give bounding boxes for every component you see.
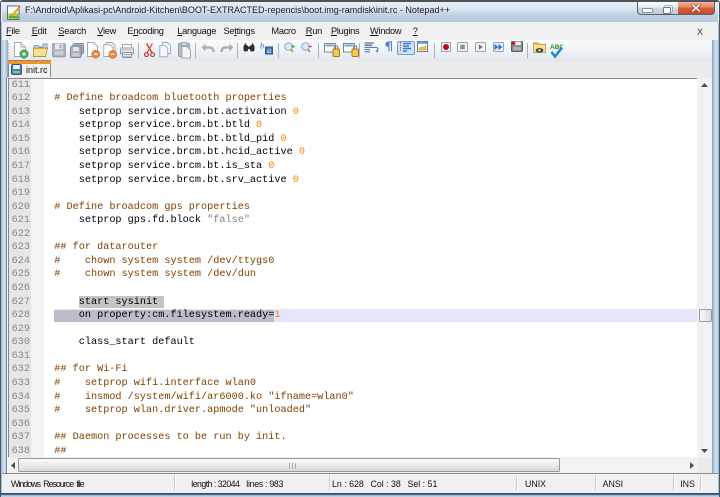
svg-text:a: a — [267, 46, 271, 55]
svg-text:b: b — [260, 42, 264, 51]
